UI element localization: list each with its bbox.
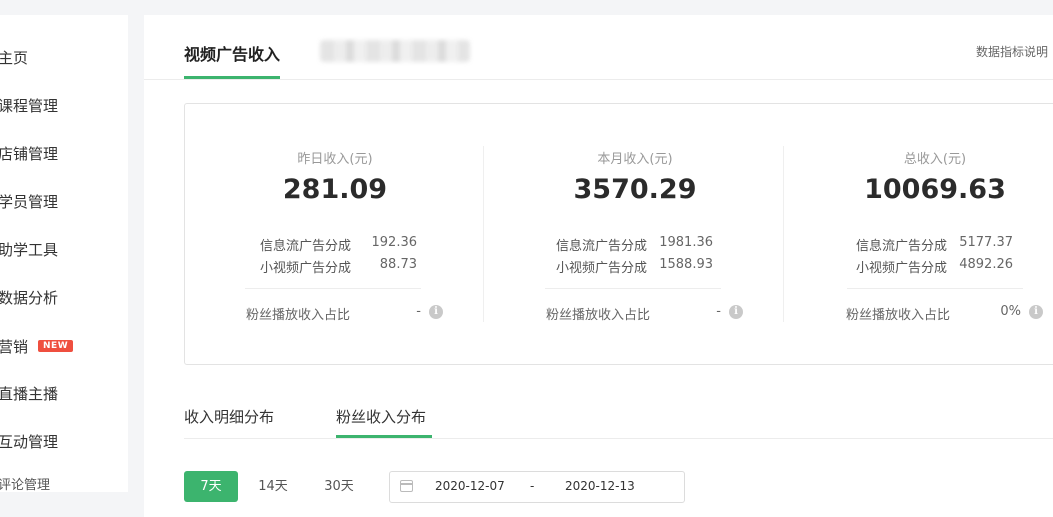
- range-14d-button[interactable]: 14天: [248, 471, 298, 502]
- sidebar-item-live[interactable]: 直播主播: [0, 383, 58, 404]
- sidebar-item-label: 互动管理: [0, 433, 59, 451]
- breakdown-value: 1588.93: [659, 257, 713, 272]
- income-summary-card: 昨日收入(元) 281.09 信息流广告分成 192.36 小视频广告分成 88…: [184, 103, 1053, 365]
- divider: [847, 288, 1023, 289]
- sidebar-item-label: 店铺管理: [0, 145, 59, 163]
- fan-ratio-value: 0%: [1000, 304, 1021, 319]
- stat-value: 281.09: [282, 174, 388, 205]
- sidebar-item-home[interactable]: 主页: [0, 47, 28, 68]
- breakdown-label: 小视频广告分成: [555, 261, 647, 276]
- breakdown-label: 信息流广告分成: [555, 239, 647, 254]
- date-start[interactable]: 2020-12-07: [435, 479, 505, 493]
- active-subtab-indicator: [336, 435, 432, 438]
- date-range-picker[interactable]: 2020-12-07 - 2020-12-13: [389, 471, 685, 503]
- metrics-help-link[interactable]: 数据指标说明: [976, 43, 1048, 60]
- sidebar-item-courses[interactable]: 课程管理: [0, 95, 58, 116]
- info-icon[interactable]: i: [429, 305, 443, 319]
- sidebar-item-label: 直播主播: [0, 385, 59, 403]
- fan-ratio-label: 粉丝播放收入占比: [846, 308, 951, 323]
- header-tabbar: 视频广告收入 数据指标说明: [144, 15, 1053, 80]
- calendar-icon: [400, 480, 413, 492]
- stat-value: 3570.29: [573, 174, 697, 205]
- sidebar-item-label: 课程管理: [0, 97, 59, 115]
- tab-income-detail[interactable]: 收入明细分布: [184, 406, 274, 427]
- main-panel: 视频广告收入 数据指标说明 昨日收入(元) 281.09 信息流广告分成 192…: [144, 15, 1053, 517]
- tab-fan-income[interactable]: 粉丝收入分布: [336, 406, 426, 427]
- sidebar-item-comments[interactable]: 评论管理: [0, 474, 50, 493]
- column-divider: [783, 146, 784, 322]
- sidebar-item-label: 营销: [0, 338, 29, 356]
- sidebar-item-label: 数据分析: [0, 289, 59, 307]
- fan-ratio-label: 粉丝播放收入占比: [246, 308, 351, 323]
- active-tab-indicator: [184, 76, 280, 79]
- date-separator: -: [530, 479, 535, 493]
- breakdown-value: 88.73: [379, 257, 417, 272]
- range-30d-button[interactable]: 30天: [314, 471, 364, 502]
- stat-value: 10069.63: [864, 174, 1006, 205]
- stat-label: 本月收入(元): [597, 152, 673, 167]
- new-badge: NEW: [38, 339, 74, 352]
- breakdown-label: 信息流广告分成: [259, 239, 351, 254]
- breakdown-label: 小视频广告分成: [259, 261, 351, 276]
- info-icon[interactable]: i: [729, 305, 743, 319]
- sidebar-item-label: 助学工具: [0, 241, 59, 259]
- range-7d-button[interactable]: 7天: [184, 471, 238, 502]
- breakdown-value: 5177.37: [959, 235, 1013, 250]
- breakdown-value: 1981.36: [659, 235, 713, 250]
- sidebar-item-tools[interactable]: 助学工具: [0, 239, 58, 260]
- breakdown-value: 4892.26: [959, 257, 1013, 272]
- fan-ratio-label: 粉丝播放收入占比: [546, 308, 651, 323]
- sidebar: 主页 课程管理 店铺管理 学员管理 助学工具 数据分析 营销 NEW 直播主播 互…: [0, 15, 128, 493]
- distribution-tabs: 收入明细分布 粉丝收入分布: [184, 397, 1053, 439]
- sidebar-item-students[interactable]: 学员管理: [0, 191, 58, 212]
- tab-video-ad-income[interactable]: 视频广告收入: [184, 41, 280, 65]
- stat-label: 总收入(元): [903, 152, 967, 167]
- sidebar-item-store[interactable]: 店铺管理: [0, 143, 58, 164]
- date-end[interactable]: 2020-12-13: [565, 479, 635, 493]
- blurred-tab: [320, 40, 470, 62]
- column-divider: [483, 146, 484, 322]
- divider: [245, 288, 421, 289]
- sidebar-item-label: 评论管理: [0, 478, 51, 493]
- divider: [545, 288, 721, 289]
- sidebar-item-analytics[interactable]: 数据分析: [0, 287, 58, 308]
- breakdown-label: 信息流广告分成: [855, 239, 947, 254]
- fan-ratio-value: -: [416, 304, 421, 319]
- stat-label: 昨日收入(元): [297, 152, 373, 167]
- fan-ratio-value: -: [716, 304, 721, 319]
- breakdown-value: 192.36: [371, 235, 418, 250]
- breakdown-label: 小视频广告分成: [855, 261, 947, 276]
- sidebar-item-interaction[interactable]: 互动管理: [0, 431, 58, 452]
- info-icon[interactable]: i: [1029, 305, 1043, 319]
- sidebar-item-label: 主页: [0, 49, 29, 67]
- sidebar-item-marketing[interactable]: 营销 NEW: [0, 336, 74, 357]
- sidebar-item-label: 学员管理: [0, 193, 59, 211]
